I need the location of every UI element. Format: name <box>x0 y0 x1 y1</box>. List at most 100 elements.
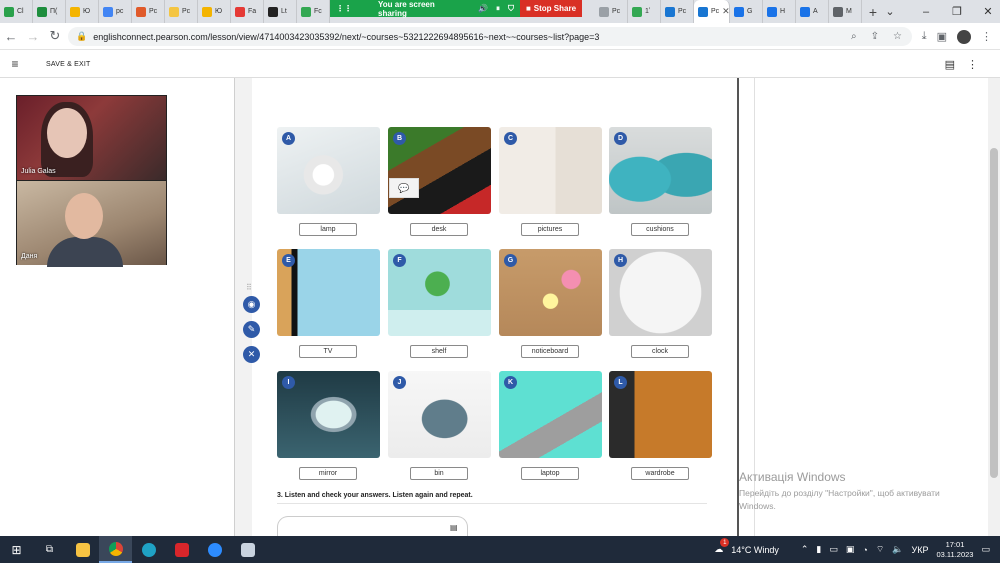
kebab-menu-icon[interactable]: ⋮ <box>981 30 992 43</box>
pause-icon[interactable]: ⏸ <box>496 4 500 14</box>
browser-tab[interactable]: Pc ✕ <box>694 0 730 23</box>
browser-tab[interactable]: Pc <box>165 0 198 23</box>
url-text: englishconnect.pearson.com/lesson/view/4… <box>93 31 600 42</box>
language-indicator[interactable]: УКР <box>912 545 929 555</box>
next-instruction: 3. Listen and check your answers. Listen… <box>277 492 473 499</box>
vocabulary-image[interactable]: E <box>277 249 380 336</box>
browser-tab[interactable]: M <box>829 0 862 23</box>
vocabulary-image[interactable]: K <box>499 371 602 458</box>
drag-handle-icon[interactable]: ⠿ <box>246 283 252 292</box>
vocabulary-image[interactable]: J <box>388 371 491 458</box>
vocabulary-image[interactable]: G <box>499 249 602 336</box>
vocabulary-label-button[interactable]: bin <box>410 467 468 480</box>
browser-tab[interactable]: Cl <box>0 0 33 23</box>
browser-tab[interactable]: A <box>796 0 829 23</box>
vocabulary-image[interactable]: L <box>609 371 712 458</box>
browser-tab[interactable]: pc <box>99 0 132 23</box>
zoom-button[interactable] <box>198 536 231 563</box>
vocabulary-image[interactable]: A <box>277 127 380 214</box>
screen-icon[interactable]: ▣ <box>846 544 855 555</box>
vocabulary-image[interactable]: C <box>499 127 602 214</box>
bookmark-star-icon[interactable]: ☆ <box>893 31 902 42</box>
vocabulary-label-button[interactable]: shelf <box>410 345 468 358</box>
chrome-button[interactable] <box>99 536 132 563</box>
transcript-icon[interactable]: ▤ <box>450 523 458 532</box>
profile-avatar[interactable] <box>957 29 971 44</box>
save-exit-button[interactable]: SAVE & EXIT <box>46 61 90 68</box>
app-window-button[interactable] <box>231 536 264 563</box>
vocabulary-label-button[interactable]: laptop <box>521 467 579 480</box>
zoom-icon[interactable]: ⌕ <box>851 31 857 42</box>
tab-favicon-icon <box>632 6 642 17</box>
browser-tab[interactable]: 1ʼ <box>628 0 661 23</box>
vocabulary-image[interactable]: F <box>388 249 491 336</box>
hamburger-menu-icon[interactable]: ≡ <box>0 57 30 71</box>
vocabulary-label-button[interactable]: pictures <box>521 223 579 236</box>
browser-tab[interactable]: Pc <box>595 0 628 23</box>
close-circle-icon[interactable]: ✕ <box>243 346 260 363</box>
vocabulary-label-button[interactable]: cushions <box>631 223 689 236</box>
reload-button[interactable]: ↻ <box>44 28 66 44</box>
tab-favicon-icon <box>70 6 80 17</box>
browser-tab[interactable]: Pc <box>132 0 165 23</box>
file-explorer-button[interactable] <box>66 536 99 563</box>
weather-text[interactable]: 14°C Windy <box>731 545 779 555</box>
tab-favicon-icon <box>136 6 146 17</box>
browser-tab[interactable]: G <box>730 0 763 23</box>
task-view-button[interactable]: ⧉ <box>33 536 66 563</box>
browser-tab[interactable]: Fc <box>297 0 330 23</box>
vocabulary-image[interactable]: I <box>277 371 380 458</box>
side-panel-icon[interactable]: ▣ <box>937 30 947 43</box>
network-icon[interactable]: ◔ <box>862 545 867 555</box>
vocabulary-label-button[interactable]: wardrobe <box>631 467 689 480</box>
vocabulary-image[interactable]: D <box>609 127 712 214</box>
flashcard-icon[interactable]: ▤ <box>945 58 955 71</box>
pencil-icon[interactable]: ✎ <box>243 321 260 338</box>
chevron-up-icon[interactable]: ⌃ <box>801 544 809 555</box>
stop-share-button[interactable]: ■ Stop Share <box>520 0 582 17</box>
browser-tab[interactable]: Ю <box>66 0 99 23</box>
letter-badge: D <box>614 132 627 145</box>
edge-button[interactable] <box>132 536 165 563</box>
vocabulary-label-button[interactable]: clock <box>631 345 689 358</box>
shield-icon[interactable]: ⛉ <box>508 4 514 14</box>
notifications-icon[interactable]: ▭ <box>981 544 990 555</box>
browser-tab[interactable]: Fa <box>231 0 264 23</box>
more-options-icon[interactable]: ⋮ <box>967 58 978 71</box>
browser-tab[interactable]: Ю <box>198 0 231 23</box>
browser-tab[interactable]: H <box>763 0 796 23</box>
vocabulary-label-button[interactable]: desk <box>410 223 468 236</box>
scrollbar-thumb[interactable] <box>990 148 998 478</box>
usb-icon[interactable]: ▮ <box>816 544 821 555</box>
back-button[interactable]: ← <box>0 29 22 44</box>
audio-icon[interactable]: 🔊 <box>478 4 488 13</box>
vocabulary-image[interactable]: H <box>609 249 712 336</box>
chat-bubble-icon[interactable]: 💬 <box>389 178 419 198</box>
acrobat-button[interactable] <box>165 536 198 563</box>
vocabulary-label-button[interactable]: TV <box>299 345 357 358</box>
download-icon[interactable]: ⤓ <box>922 30 927 43</box>
forward-button[interactable]: → <box>22 29 44 44</box>
share-icon[interactable]: ⇪ <box>871 31 879 42</box>
camera-icon[interactable]: ▭ <box>829 544 838 555</box>
video-call-panel[interactable]: Julia Galas Даня <box>16 95 167 267</box>
close-window-button[interactable]: ✕ <box>966 0 1000 23</box>
start-button[interactable]: ⊞ <box>0 536 33 563</box>
address-bar[interactable]: 🔒 englishconnect.pearson.com/lesson/view… <box>68 27 912 46</box>
vocabulary-label-button[interactable]: lamp <box>299 223 357 236</box>
chrome-icon <box>108 541 123 556</box>
browser-tab[interactable]: П( <box>33 0 66 23</box>
audio-player[interactable] <box>277 516 468 538</box>
tab-favicon-icon <box>665 6 675 17</box>
vocabulary-image[interactable]: B <box>388 127 491 214</box>
browser-tab[interactable]: Lt <box>264 0 297 23</box>
wifi-icon[interactable]: ⌔ <box>876 544 884 555</box>
vocabulary-label-button[interactable]: mirror <box>299 467 357 480</box>
vocabulary-label-button[interactable]: noticeboard <box>521 345 579 358</box>
tab-close-icon[interactable]: ✕ <box>722 6 729 17</box>
volume-icon[interactable]: 🔈 <box>892 544 903 555</box>
drag-handle-icon[interactable]: ⋮⋮ <box>336 4 352 13</box>
browser-tab[interactable]: Pc <box>661 0 694 23</box>
clock[interactable]: 17:01 03.11.2023 <box>937 540 974 560</box>
eye-icon[interactable]: ◉ <box>243 296 260 313</box>
